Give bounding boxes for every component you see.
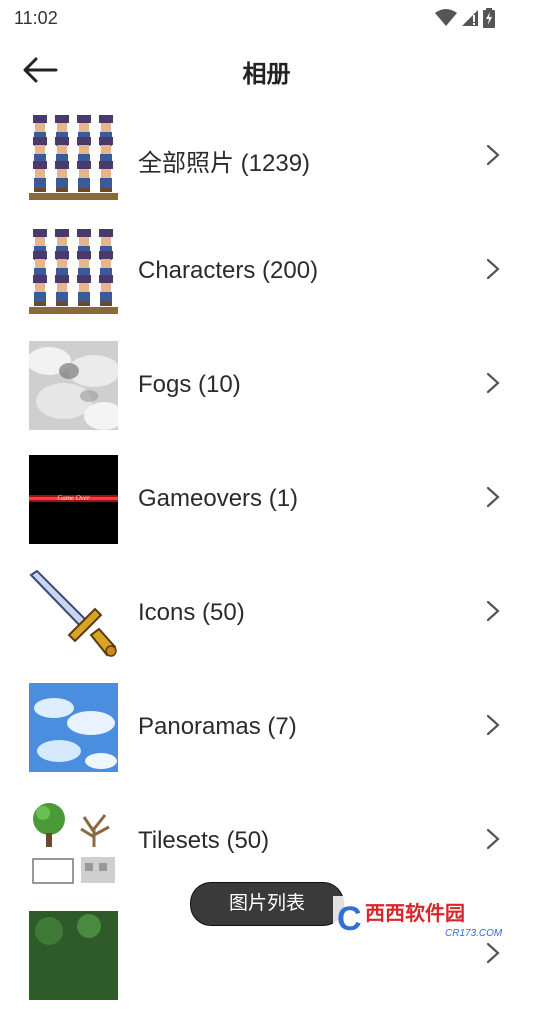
album-thumbnail [29,797,118,886]
album-label: Gameovers (1) [138,485,299,512]
album-row-characters[interactable]: Characters (200) [0,219,533,333]
chevron-right-icon [486,942,500,964]
album-label: Fogs (10) [138,371,241,398]
album-thumbnail [29,683,118,772]
album-thumbnail [29,341,118,430]
album-row-gameovers[interactable]: Game Over Gameovers (1) [0,447,533,561]
app-bar: 相册 [0,36,533,104]
album-thumbnail [29,227,118,316]
album-list: 全部照片 (1239) Characters (200) Fogs (10) G… [0,105,533,1017]
chevron-right-icon [486,486,500,508]
album-thumbnail: Game Over [29,455,118,544]
chevron-right-icon [486,372,500,394]
album-row-fogs[interactable]: Fogs (10) [0,333,533,447]
battery-charging-icon [483,8,495,28]
wifi-icon [435,9,457,26]
album-label: Characters (200) [138,257,319,284]
album-row-panoramas[interactable]: Panoramas (7) [0,675,533,789]
signal-icon [462,10,478,26]
game-over-text: Game Over [57,494,90,502]
album-thumbnail [29,113,118,202]
watermark-domain: CR173.COM [445,928,503,939]
status-bar: 11:02 [0,0,533,36]
chevron-right-icon [486,828,500,850]
chevron-right-icon [486,144,500,166]
status-time: 11:02 [14,8,58,28]
site-watermark: C 西西软件园 CR173.COM [333,896,513,940]
watermark-brand: 西西软件园 [365,901,465,925]
album-thumbnail [29,569,118,658]
chevron-right-icon [486,714,500,736]
status-icons [435,8,495,28]
album-label: Panoramas (7) [138,713,297,740]
watermark-logo-letter: C [337,900,362,938]
page-title: 相册 [242,61,291,88]
chevron-right-icon [486,600,500,622]
album-row-all-photos[interactable]: 全部照片 (1239) [0,105,533,219]
album-row-icons[interactable]: Icons (50) [0,561,533,675]
album-label: Icons (50) [138,599,245,626]
toast-message: 图片列表 [190,882,344,926]
chevron-right-icon [486,258,500,280]
album-label: Tilesets (50) [138,827,270,854]
album-label: 全部照片 (1239) [138,150,311,177]
album-thumbnail [29,911,118,1000]
